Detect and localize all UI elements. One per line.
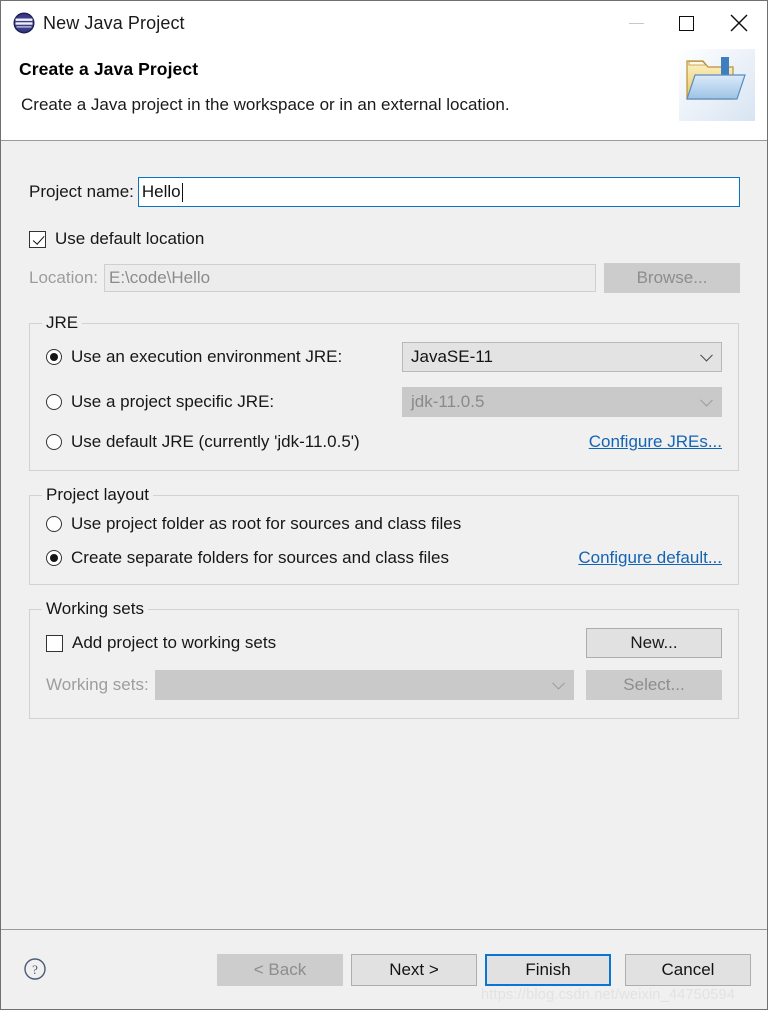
layout-option-separate-folders: Create separate folders for sources and … [46, 548, 722, 568]
jre-project-specific-label: Use a project specific JRE: [71, 392, 275, 411]
add-to-working-sets-checkbox[interactable] [46, 634, 63, 652]
project-name-input[interactable]: Hello [137, 177, 740, 207]
working-sets-group-title: Working sets [42, 599, 148, 619]
project-name-label: Project name: [29, 182, 134, 201]
configure-jres-link[interactable]: Configure JREs... [589, 432, 722, 452]
layout-separate-folders-radio[interactable] [46, 550, 62, 566]
browse-button[interactable]: Browse... [604, 263, 740, 293]
jre-option-execution-environment: Use an execution environment JRE: JavaSE… [46, 342, 722, 372]
location-label: Location: [29, 268, 98, 287]
chevron-down-icon [700, 393, 713, 407]
minimize-icon [628, 22, 644, 24]
watermark-text: https://blog.csdn.net/weixin_44750594 [481, 987, 736, 1003]
use-default-location-checkbox[interactable] [29, 230, 46, 248]
dialog-footer: ? < Back Next > Finish Cancel https://bl… [1, 929, 767, 1009]
working-sets-select-row: Working sets: Select... [46, 670, 722, 700]
location-value: E:\code\Hello [109, 268, 211, 287]
execution-environment-value: JavaSE-11 [411, 347, 493, 366]
use-default-location-label: Use default location [55, 229, 205, 248]
use-default-location-row: Use default location [15, 229, 753, 249]
jre-execution-environment-label: Use an execution environment JRE: [71, 347, 343, 366]
back-button[interactable]: < Back [217, 953, 343, 986]
select-working-sets-button[interactable]: Select... [586, 670, 722, 700]
help-icon[interactable]: ? [23, 957, 49, 983]
jre-execution-environment-radio[interactable] [46, 349, 62, 365]
title-bar: New Java Project [1, 1, 767, 45]
java-project-folder-icon [677, 47, 757, 123]
maximize-button[interactable] [661, 1, 711, 45]
location-input: E:\code\Hello [104, 264, 596, 292]
working-sets-group: Working sets Add project to working sets… [29, 599, 739, 719]
dialog-body: Project name: Hello Use default location… [1, 141, 767, 929]
jre-default-radio[interactable] [46, 434, 62, 450]
text-caret [181, 182, 183, 202]
page-title: Create a Java Project [19, 59, 199, 79]
window-controls [611, 1, 767, 45]
jre-group: JRE Use an execution environment JRE: Ja… [29, 313, 739, 471]
project-layout-group: Project layout Use project folder as roo… [29, 485, 739, 585]
eclipse-icon [11, 10, 37, 36]
project-specific-jre-combo[interactable]: jdk-11.0.5 [402, 387, 722, 417]
new-java-project-dialog: New Java Project Create a Java Project C… [0, 0, 768, 1010]
dialog-header: Create a Java Project Create a Java proj… [1, 45, 767, 141]
chevron-down-icon [552, 676, 565, 690]
layout-option-project-folder: Use project folder as root for sources a… [46, 514, 722, 534]
jre-default-label: Use default JRE (currently 'jdk-11.0.5') [71, 432, 360, 451]
add-to-working-sets-label: Add project to working sets [72, 633, 277, 652]
layout-separate-folders-label: Create separate folders for sources and … [71, 548, 449, 567]
project-name-value: Hello [141, 182, 181, 201]
svg-text:?: ? [32, 962, 38, 977]
working-sets-label: Working sets: [46, 675, 149, 694]
jre-group-title: JRE [42, 313, 83, 333]
jre-project-specific-radio[interactable] [46, 394, 62, 410]
finish-button[interactable]: Finish [485, 953, 611, 986]
project-name-row: Project name: Hello [15, 177, 753, 207]
new-working-set-button[interactable]: New... [586, 628, 722, 658]
close-button[interactable] [711, 1, 767, 45]
cancel-button[interactable]: Cancel [625, 953, 751, 986]
next-button[interactable]: Next > [351, 953, 477, 986]
add-to-working-sets-row: Add project to working sets New... [46, 628, 722, 658]
close-icon [730, 14, 748, 32]
execution-environment-combo[interactable]: JavaSE-11 [402, 342, 722, 372]
minimize-button[interactable] [611, 1, 661, 45]
layout-project-folder-radio[interactable] [46, 516, 62, 532]
location-row: Location: E:\code\Hello Browse... [15, 263, 753, 293]
project-specific-jre-value: jdk-11.0.5 [411, 392, 485, 411]
maximize-icon [678, 15, 694, 31]
jre-option-project-specific: Use a project specific JRE: jdk-11.0.5 [46, 387, 722, 417]
page-description: Create a Java project in the workspace o… [21, 95, 510, 114]
configure-default-link[interactable]: Configure default... [578, 548, 722, 568]
project-layout-group-title: Project layout [42, 485, 153, 505]
layout-project-folder-label: Use project folder as root for sources a… [71, 514, 462, 533]
window-title: New Java Project [43, 12, 185, 33]
footer-buttons: < Back Next > Finish Cancel [209, 953, 751, 986]
jre-option-default: Use default JRE (currently 'jdk-11.0.5')… [46, 432, 722, 452]
chevron-down-icon [700, 348, 713, 362]
working-sets-combo[interactable] [154, 670, 574, 700]
